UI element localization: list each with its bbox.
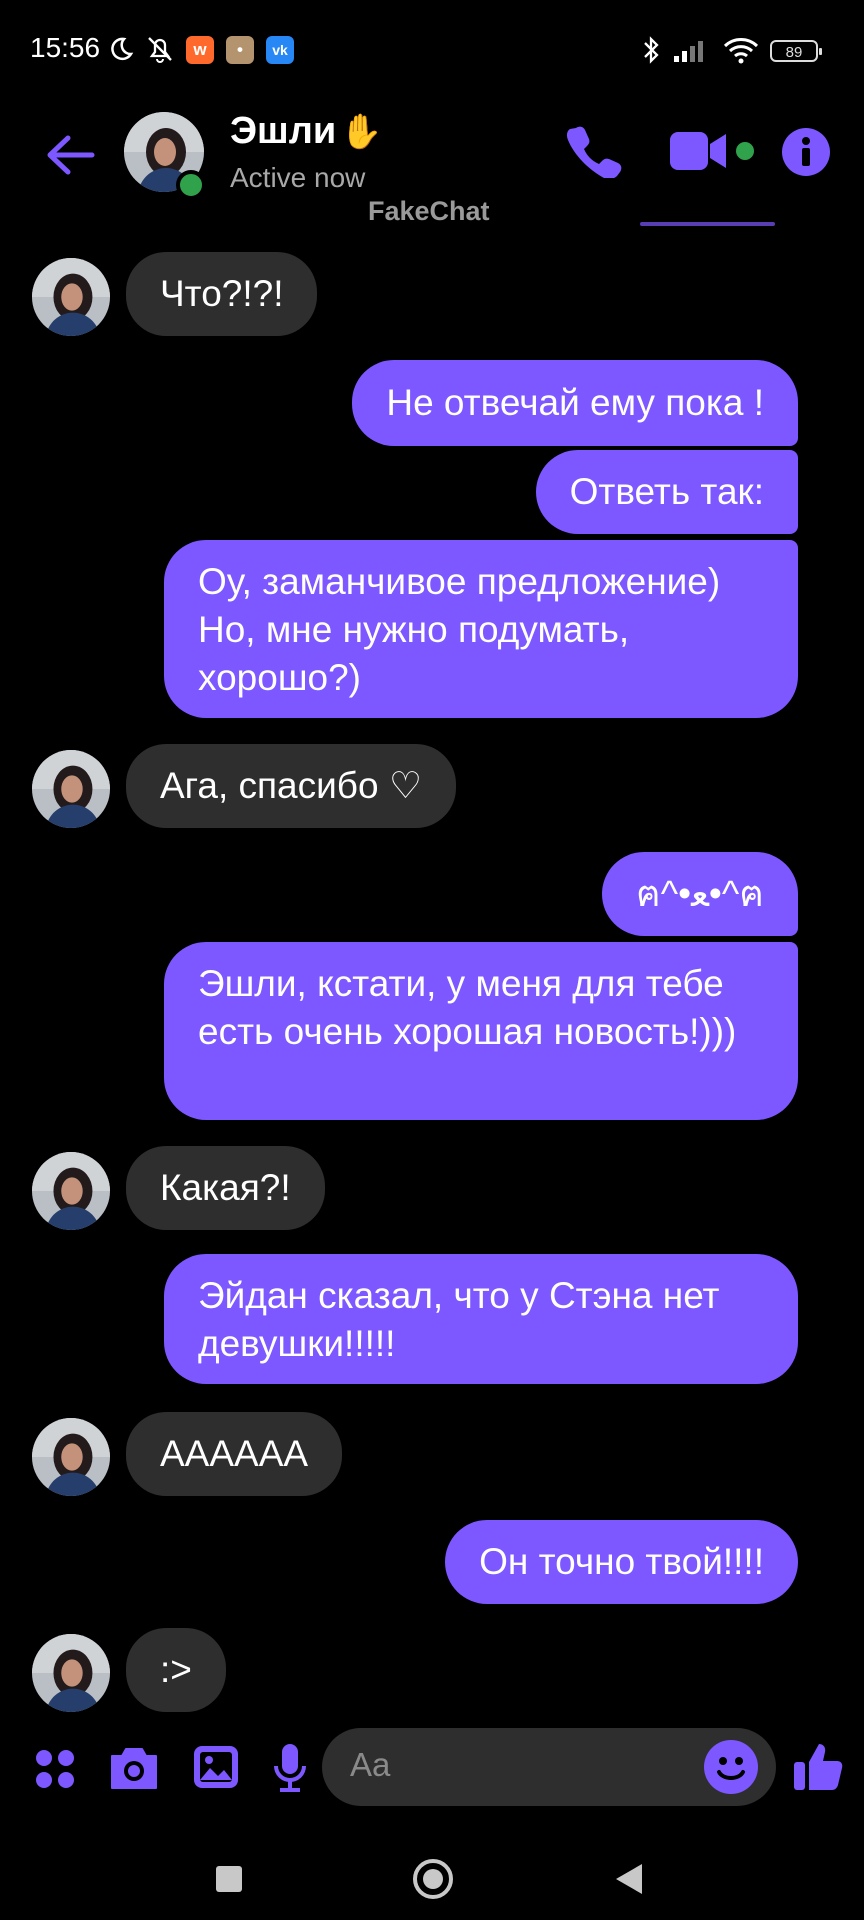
message-bubble-incoming[interactable]: Какая?! — [126, 1146, 325, 1230]
message-bubble-outgoing[interactable]: Эшли, кстати, у меня для тебе есть очень… — [164, 942, 798, 1120]
message-bubble-outgoing[interactable]: Эйдан сказал, что у Стэна нет девушки!!!… — [164, 1254, 798, 1384]
contact-name[interactable]: Эшли ✋ — [230, 110, 383, 153]
wifi-icon — [723, 38, 759, 64]
message-bubble-outgoing[interactable]: ฅ^•ﻌ•^ฅ — [601, 852, 798, 936]
message-bubble-outgoing[interactable]: Он точно твой!!!! — [445, 1520, 798, 1604]
bluetooth-icon — [644, 36, 659, 64]
message-text: Он точно твой!!!! — [479, 1541, 764, 1582]
message-bubble-incoming[interactable]: Что?!?! — [126, 252, 318, 336]
emoji-icon[interactable] — [704, 1740, 758, 1794]
message-text: Оу, заманчивое предложение) Но, мне нужн… — [198, 561, 721, 698]
message-text: АААААА — [160, 1433, 309, 1474]
signal-icon — [674, 41, 703, 62]
avatar[interactable] — [32, 1418, 110, 1496]
avatar[interactable] — [32, 1152, 110, 1230]
back-nav-icon[interactable] — [614, 1862, 646, 1896]
info-icon[interactable] — [782, 128, 830, 176]
avatar[interactable] — [32, 750, 110, 828]
raised-hand-emoji: ✋ — [340, 113, 383, 151]
phone-icon[interactable] — [566, 122, 622, 178]
message-text: Что?!?! — [160, 273, 284, 314]
message-text: :> — [160, 1649, 192, 1690]
message-input[interactable]: Aa — [322, 1728, 776, 1806]
message-text: Не отвечай ему пока ! — [386, 382, 764, 423]
message-bubble-incoming[interactable]: АААААА — [126, 1412, 343, 1496]
app-notification-icon: w — [186, 36, 214, 64]
vk-icon: vk — [266, 36, 294, 64]
scroll-indicator — [640, 222, 775, 226]
app-notification-icon: • — [226, 36, 254, 64]
camera-icon[interactable] — [108, 1746, 160, 1790]
moon-icon — [111, 37, 134, 61]
message-bubble-outgoing[interactable]: Ответь так: — [535, 450, 798, 534]
message-text: Эйдан сказал, что у Стэна нет девушки!!!… — [198, 1275, 720, 1364]
recent-apps-icon[interactable] — [214, 1864, 244, 1894]
thumbs-up-icon[interactable] — [792, 1740, 844, 1792]
back-arrow-icon[interactable] — [40, 130, 100, 180]
home-icon[interactable] — [412, 1858, 454, 1900]
image-icon[interactable] — [192, 1744, 240, 1790]
message-input-placeholder: Aa — [350, 1746, 391, 1783]
watermark: FakeChat — [368, 196, 490, 226]
video-camera-icon[interactable] — [670, 130, 730, 172]
composer-bar: Aa — [0, 1718, 864, 1818]
message-text: Эшли, кстати, у меня для тебе есть очень… — [198, 963, 737, 1052]
message-bubble-outgoing[interactable]: Не отвечай ему пока ! — [352, 360, 798, 446]
contact-status: Active now — [230, 162, 366, 193]
status-bar: 15:56 w • vk 89 — [0, 0, 864, 100]
avatar[interactable] — [32, 1634, 110, 1712]
apps-grid-icon[interactable] — [34, 1748, 76, 1790]
chat-header: Эшли ✋ Active now FakeChat — [0, 100, 864, 230]
battery-indicator: 89 — [770, 40, 822, 62]
message-text: Ага, спасибо ♡ — [160, 765, 422, 806]
online-indicator — [176, 170, 206, 200]
system-navigation-bar — [0, 1820, 864, 1920]
video-active-dot — [736, 142, 754, 160]
notifications-off-icon — [148, 37, 172, 63]
message-text: Ответь так: — [569, 471, 764, 512]
message-text: Какая?! — [160, 1167, 291, 1208]
message-text: ฅ^•ﻌ•^ฅ — [635, 873, 764, 914]
microphone-icon[interactable] — [272, 1742, 308, 1792]
status-time: 15:56 — [30, 32, 101, 63]
message-bubble-incoming[interactable]: Ага, спасибо ♡ — [126, 744, 456, 828]
message-bubble-outgoing[interactable]: Оу, заманчивое предложение) Но, мне нужн… — [164, 540, 798, 718]
avatar[interactable] — [32, 258, 110, 336]
message-bubble-incoming[interactable]: :> — [126, 1628, 226, 1712]
